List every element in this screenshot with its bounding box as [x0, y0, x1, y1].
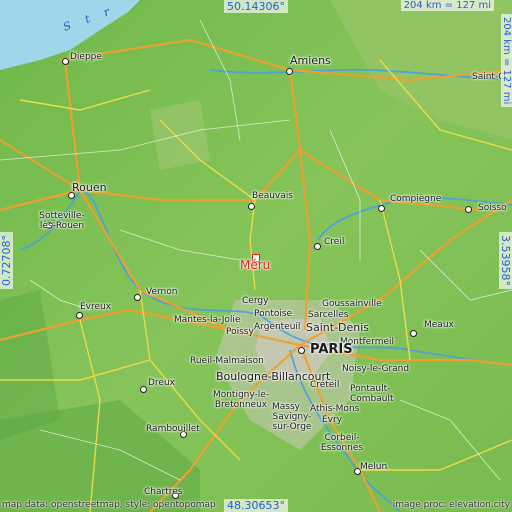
city-label-rambouillet[interactable]: Rambouillet: [146, 424, 200, 434]
paris-dot: [298, 347, 305, 354]
city-label-poissy[interactable]: Poissy: [226, 327, 254, 337]
city-label-evry[interactable]: Évry: [322, 415, 342, 425]
city-label-rouen[interactable]: Rouen: [72, 182, 107, 193]
city-label-meaux[interactable]: Meaux: [424, 320, 454, 330]
city-label-sarcelles[interactable]: Sarcelles: [308, 310, 348, 320]
city-label-soissons[interactable]: Soisso: [478, 203, 507, 213]
map-credit-left: map data: openstreetmap, style: opentopo…: [2, 500, 216, 510]
city-label-athis[interactable]: Athis-Mons: [310, 404, 359, 414]
city-label-saint-quentin[interactable]: Saint-C: [472, 72, 505, 82]
west-longitude-label: 0.72708°: [0, 232, 13, 289]
city-label-goussainville[interactable]: Goussainville: [322, 299, 382, 309]
city-label-cergy[interactable]: Cergy: [242, 296, 268, 306]
topographic-map[interactable]: S t r Dieppe Amiens Saint-C Rouen Sottev…: [0, 0, 512, 512]
amiens-dot: [286, 68, 293, 75]
vernon-dot: [134, 294, 141, 301]
soissons-dot: [465, 206, 472, 213]
city-label-creteil[interactable]: Créteil: [310, 380, 339, 390]
city-label-paris[interactable]: PARIS: [310, 343, 353, 356]
south-latitude-label: 48.30653°: [224, 499, 288, 512]
north-latitude-label: 50.14306°: [224, 0, 288, 13]
city-label-melun[interactable]: Melun: [360, 462, 387, 472]
city-label-montigny[interactable]: Montigny-le-Bretonneux: [210, 390, 272, 410]
city-label-pontault[interactable]: Pontault-Combault: [350, 384, 410, 404]
dieppe-dot: [62, 58, 69, 65]
city-label-amiens[interactable]: Amiens: [290, 55, 331, 66]
city-label-massy[interactable]: Massy: [272, 402, 300, 412]
scale-bar-right: 204 km = 127 mi: [501, 14, 512, 108]
city-label-rueil[interactable]: Rueil-Malmaison: [190, 356, 264, 366]
city-label-pontoise[interactable]: Pontoise: [254, 309, 292, 319]
dreux-dot: [140, 386, 147, 393]
city-label-creil[interactable]: Creil: [324, 237, 344, 247]
city-label-sotteville[interactable]: Sotteville-lès-Rouen: [32, 211, 92, 231]
city-label-savigny[interactable]: Savigny-sur-Orge: [268, 412, 316, 432]
city-label-dreux[interactable]: Dreux: [148, 378, 175, 388]
highlight-city-label[interactable]: Méru: [240, 259, 270, 271]
city-label-vernon[interactable]: Vernon: [146, 287, 177, 297]
compiegne-dot: [378, 205, 385, 212]
scale-bar-top: 204 km = 127 mi: [400, 0, 494, 11]
city-label-noisy[interactable]: Noisy-le-Grand: [342, 364, 409, 374]
city-label-corbeil[interactable]: Corbeil-Essonnes: [312, 433, 372, 453]
beauvais-dot: [248, 203, 255, 210]
city-label-mantes[interactable]: Mantes-la-Jolie: [174, 315, 240, 325]
city-label-saint-denis[interactable]: Saint-Denis: [306, 322, 369, 333]
creil-dot: [314, 243, 321, 250]
city-label-beauvais[interactable]: Beauvais: [252, 191, 293, 201]
evreux-dot: [76, 312, 83, 319]
east-longitude-label: 3.53958°: [499, 232, 512, 289]
city-label-compiegne[interactable]: Compiègne: [390, 194, 441, 204]
city-label-argenteuil[interactable]: Argenteuil: [254, 322, 300, 332]
meaux-dot: [410, 330, 417, 337]
map-credit-right: image proc: elevation.city: [392, 500, 510, 510]
city-label-evreux[interactable]: Évreux: [80, 302, 111, 312]
city-label-chartres[interactable]: Chartres: [144, 487, 182, 497]
city-label-dieppe[interactable]: Dieppe: [70, 52, 102, 62]
